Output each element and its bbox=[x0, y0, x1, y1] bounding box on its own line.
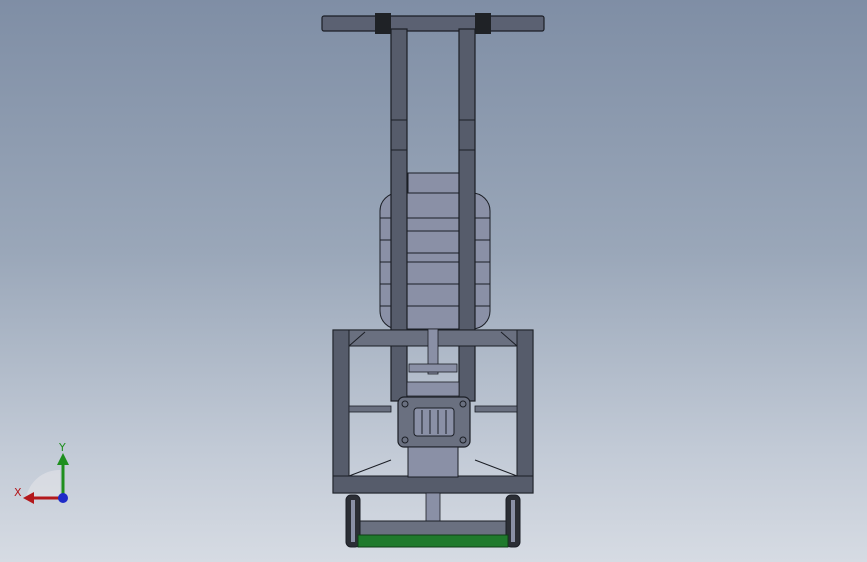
triad-y-label: Y bbox=[58, 441, 66, 454]
brush-roller bbox=[357, 520, 509, 548]
handle-bar bbox=[321, 15, 545, 32]
brush-shaft bbox=[425, 492, 441, 522]
handle-grip-right bbox=[475, 13, 491, 34]
handle-grip-left bbox=[375, 13, 391, 34]
triad-x-label: X bbox=[14, 486, 22, 499]
machine-model bbox=[321, 13, 545, 548]
gearbox-plate bbox=[397, 396, 471, 448]
gearbox-housing bbox=[407, 446, 459, 478]
reference-triad: Y X bbox=[10, 440, 80, 510]
triad-y-arrow bbox=[57, 453, 69, 465]
triad-z-axis bbox=[58, 493, 68, 503]
graphics-viewport[interactable]: Y X bbox=[0, 0, 867, 562]
